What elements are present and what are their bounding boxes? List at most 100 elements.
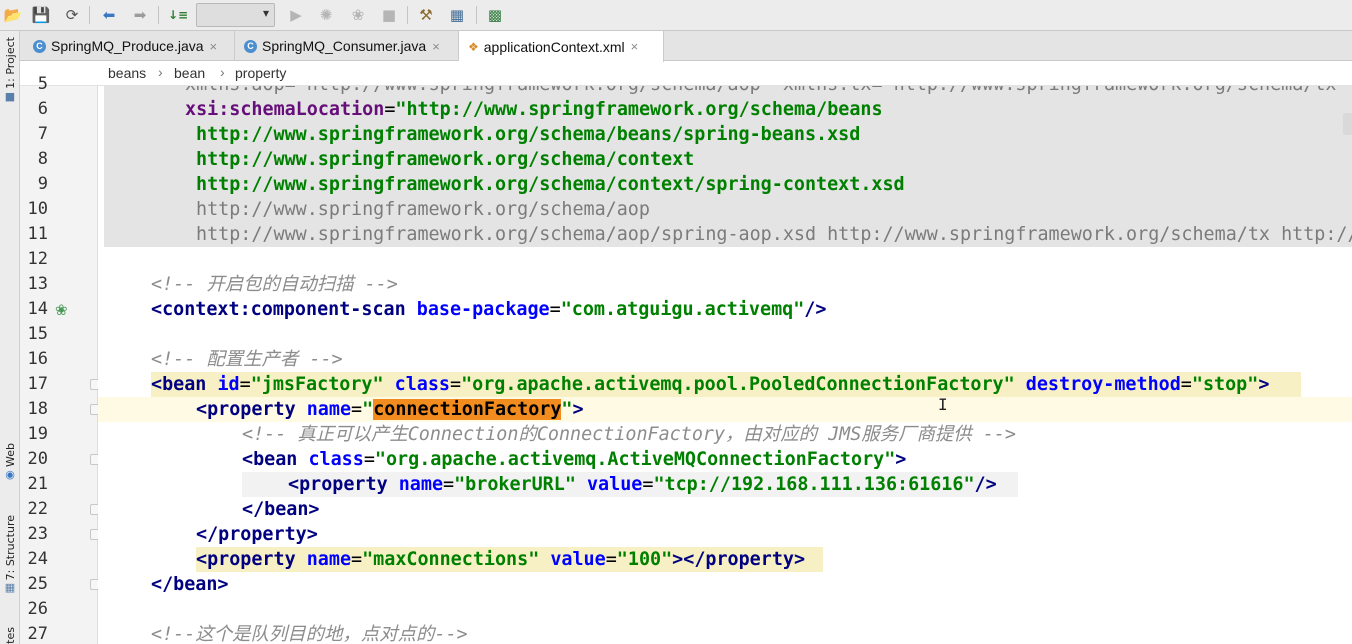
xml-attribute: name	[306, 549, 352, 570]
xml-attribute: base-package	[416, 299, 550, 320]
xml-tag: <bean	[242, 449, 298, 470]
open-folder-icon[interactable]: 📂	[2, 4, 24, 26]
web-tool-button[interactable]: Web ◉	[1, 443, 19, 480]
code-editor[interactable]: xmlns:aop="http://www.springframework.or…	[98, 86, 1352, 644]
tab-label: applicationContext.xml	[483, 38, 625, 55]
xml-tag: <property	[196, 399, 296, 420]
xml-tag: ></property>	[672, 549, 806, 570]
code-line-17: <bean id="jmsFactory" class="org.apache.…	[151, 372, 1269, 397]
close-icon[interactable]: ×	[631, 39, 639, 54]
code-line-24: <property name="maxConnections" value="1…	[196, 547, 805, 572]
web-tool-label: Web	[3, 443, 17, 467]
line-number: 21	[27, 474, 48, 494]
project-structure-icon[interactable]: ⚒	[415, 4, 437, 26]
xml-value: "stop"	[1191, 374, 1259, 395]
favorites-tool-label: tes	[3, 627, 17, 644]
java-class-icon: C	[244, 39, 257, 53]
line-number: 10	[27, 199, 48, 219]
breadcrumb-separator: ›	[220, 64, 225, 80]
line-number: 9	[37, 174, 48, 194]
code-line-6: xsi:schemaLocation="http://www.springfra…	[185, 97, 883, 122]
scrollbar-marker[interactable]	[1343, 113, 1352, 135]
breadcrumb-item-property[interactable]: property	[235, 65, 286, 81]
line-number: 19	[27, 424, 48, 444]
xml-tag: <property	[288, 474, 388, 495]
xml-tag: />	[804, 299, 827, 320]
code-line-22: </bean>	[242, 499, 320, 520]
favorites-tool-button[interactable]: tes	[1, 627, 19, 644]
run-icon[interactable]: ▶	[285, 4, 307, 26]
xml-tag: <bean	[151, 374, 207, 395]
xml-value: "maxConnections"	[362, 549, 540, 570]
build-icon[interactable]: ↓≡	[167, 4, 189, 26]
line-number: 6	[37, 99, 48, 119]
close-icon[interactable]: ×	[432, 39, 440, 54]
xml-tag: <context:component-scan	[151, 299, 406, 320]
breadcrumb: beans › bean › property	[20, 62, 1352, 86]
tab-springmq-produce[interactable]: C SpringMQ_Produce.java ×	[24, 31, 235, 61]
xml-value: "	[362, 399, 374, 420]
xml-punctuation: =	[351, 549, 363, 570]
tab-application-context[interactable]: ❖ applicationContext.xml ×	[459, 31, 664, 62]
xml-punctuation: =	[549, 299, 561, 320]
xml-punctuation: =	[351, 399, 363, 420]
structure-tool-label: 7: Structure	[3, 515, 17, 581]
forward-arrow-icon[interactable]: ➡	[129, 4, 151, 26]
code-line-11: http://www.springframework.org/schema/ao…	[196, 224, 1352, 245]
save-icon[interactable]: 💾	[30, 4, 52, 26]
stop-icon[interactable]: ■	[378, 4, 400, 26]
toolbar-separator	[476, 6, 477, 24]
code-line-16: <!-- 配置生产者 -->	[151, 349, 343, 370]
line-number: 8	[37, 149, 48, 169]
spring-bean-icon[interactable]: ❀	[55, 303, 68, 318]
xml-punctuation: =	[1180, 374, 1192, 395]
editor-tab-bar: C SpringMQ_Produce.java × C SpringMQ_Con…	[20, 31, 1352, 62]
code-line-13: <!-- 开启包的自动扫描 -->	[151, 274, 398, 295]
terminal-icon[interactable]: ▩	[484, 4, 506, 26]
code-line-10: http://www.springframework.org/schema/ao…	[196, 199, 650, 220]
editor-gutter: 5 6 7 8 9 10 11 12 13 14 15 16 17 18 19 …	[20, 74, 128, 644]
debug-icon[interactable]: ✺	[315, 4, 337, 26]
xml-attribute: name	[398, 474, 444, 495]
code-line-14: <context:component-scan base-package="co…	[151, 297, 826, 322]
code-line-7: http://www.springframework.org/schema/be…	[196, 124, 861, 145]
line-number: 18	[27, 399, 48, 419]
coverage-icon[interactable]: ❀	[347, 4, 369, 26]
tab-springmq-consumer[interactable]: C SpringMQ_Consumer.java ×	[235, 31, 459, 61]
xml-value: "org.apache.activemq.pool.PooledConnecti…	[461, 374, 1015, 395]
main-toolbar: 📂 💾 ⟳ ⬅ ➡ ↓≡ ▾ ▶ ✺ ❀ ■ ⚒ ▦ ▩	[0, 0, 1352, 31]
run-configuration-dropdown[interactable]: ▾	[196, 3, 275, 27]
code-line-8: http://www.springframework.org/schema/co…	[196, 149, 695, 170]
code-line-19: <!-- 真正可以产生Connection的ConnectionFactory，…	[242, 424, 1016, 445]
structure-tool-button[interactable]: 7: Structure ▦	[1, 515, 19, 593]
line-number: 17	[27, 374, 48, 394]
close-icon[interactable]: ×	[210, 39, 218, 54]
project-tool-button[interactable]: 1: Project ■	[1, 37, 19, 102]
xml-attribute: class	[394, 374, 451, 395]
code-line-5: xmlns:aop="http://www.springframework.or…	[185, 86, 1348, 97]
xml-attribute: value	[550, 549, 606, 570]
chevron-down-icon: ▾	[262, 6, 269, 20]
tab-label: SpringMQ_Consumer.java	[262, 38, 427, 54]
xml-file-icon: ❖	[468, 39, 479, 54]
xml-tag: >	[572, 399, 584, 420]
line-number: 13	[27, 274, 48, 294]
breadcrumb-item-bean[interactable]: bean	[174, 65, 205, 81]
xml-value: "jmsFactory"	[250, 374, 384, 395]
project-icon: ■	[4, 89, 16, 103]
line-number: 7	[37, 124, 48, 144]
xml-attribute: destroy-method	[1025, 374, 1181, 395]
xml-value: "com.atguigu.activemq"	[560, 299, 805, 320]
xml-punctuation: =	[450, 374, 462, 395]
text-cursor: I	[938, 395, 948, 414]
toolbar-separator	[407, 6, 408, 24]
xml-punctuation: =	[642, 474, 654, 495]
sync-icon[interactable]: ⟳	[61, 4, 83, 26]
sdk-icon[interactable]: ▦	[446, 4, 468, 26]
xml-tag: />	[974, 474, 997, 495]
back-arrow-icon[interactable]: ⬅	[98, 4, 120, 26]
breadcrumb-item-beans[interactable]: beans	[108, 65, 146, 81]
xml-value: "tcp://192.168.111.136:61616"	[653, 474, 975, 495]
code-line-27: <!--这个是队列目的地，点对点的-->	[151, 624, 468, 644]
xml-value: "http://www.springframework.org/schema/b…	[395, 99, 883, 120]
